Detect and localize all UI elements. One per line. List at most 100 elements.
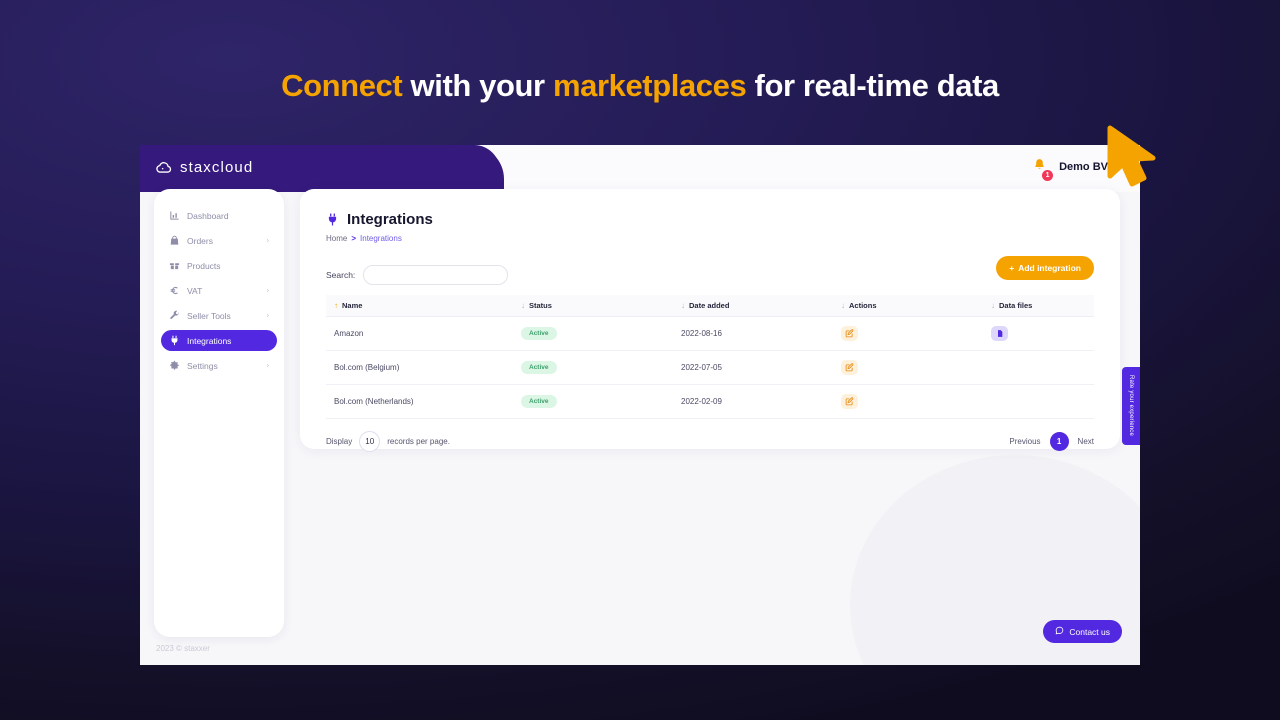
headline-accent-connect: Connect: [281, 68, 403, 103]
sidebar-item-label: Settings: [187, 360, 218, 371]
table-header-row: ↑ Name ↓ Status ↓ Date added ↓ Actions ↓…: [326, 295, 1094, 317]
plus-icon: +: [1009, 263, 1015, 273]
contact-us-label: Contact us: [1069, 626, 1110, 637]
table-row: Bol.com (Belgium) Active 2022-07-05: [326, 350, 1094, 385]
cell-status: Active: [521, 384, 681, 419]
sidebar-item-products[interactable]: Products: [161, 255, 277, 276]
pagination: Display 10 records per page. Previous 1 …: [326, 431, 1094, 452]
chat-bubble-icon: [1055, 626, 1064, 637]
contact-us-button[interactable]: Contact us: [1043, 620, 1122, 643]
sort-desc-icon: ↓: [991, 300, 995, 310]
cell-data-files: [991, 316, 1094, 351]
sidebar-item-label: Seller Tools: [187, 310, 231, 321]
page-controls: Previous 1 Next: [1009, 432, 1094, 451]
wrench-icon: [169, 310, 180, 321]
sidebar-item-label: Integrations: [187, 335, 232, 346]
page-title: Integrations: [347, 211, 433, 228]
display-label: Display: [326, 437, 353, 446]
arrow-cursor: [1100, 122, 1170, 197]
cell-data-files: [991, 384, 1094, 419]
records-per-page-select[interactable]: 10: [359, 431, 381, 452]
sidebar-item-orders[interactable]: Orders ›: [161, 230, 277, 251]
sidebar-item-vat[interactable]: VAT ›: [161, 280, 277, 301]
box-icon: [169, 260, 180, 271]
previous-page-button[interactable]: Previous: [1009, 437, 1040, 446]
column-header-actions[interactable]: ↓ Actions: [841, 295, 991, 317]
plug-icon: [169, 335, 180, 346]
breadcrumb: Home > Integrations: [326, 234, 1094, 243]
sidebar-item-dashboard[interactable]: Dashboard: [161, 205, 277, 226]
sidebar-item-seller-tools[interactable]: Seller Tools ›: [161, 305, 277, 326]
app-logo[interactable]: staxcloud: [156, 159, 253, 176]
sidebar-item-label: Orders: [187, 235, 213, 246]
app-window: staxcloud 1 Demo BV Dashboard Orders › P…: [140, 145, 1140, 665]
search-label: Search:: [326, 270, 356, 280]
cell-date-added: 2022-07-05: [681, 350, 841, 385]
column-label: Status: [529, 301, 552, 310]
add-integration-button[interactable]: + Add integration: [996, 256, 1094, 280]
cell-actions: [841, 384, 991, 419]
document-icon[interactable]: [991, 326, 1008, 341]
table-row: Amazon Active 2022-08-16: [326, 316, 1094, 351]
column-label: Date added: [689, 301, 730, 310]
status-badge: Active: [521, 395, 557, 408]
cell-data-files: [991, 350, 1094, 385]
rate-experience-tab[interactable]: Rate your experience: [1122, 367, 1140, 445]
status-badge: Active: [521, 327, 557, 340]
breadcrumb-home[interactable]: Home: [326, 234, 347, 243]
breadcrumb-current: Integrations: [360, 234, 402, 243]
sidebar-item-label: Products: [187, 260, 221, 271]
column-label: Name: [342, 301, 363, 310]
page-headline: Connect with your marketplaces for real-…: [0, 68, 1280, 104]
bag-icon: [169, 235, 180, 246]
headline-text-2: for real-time data: [746, 68, 1000, 103]
column-header-status[interactable]: ↓ Status: [521, 295, 681, 317]
column-header-date-added[interactable]: ↓ Date added: [681, 295, 841, 317]
notifications-button[interactable]: 1: [1028, 156, 1054, 181]
chevron-right-icon: ›: [266, 312, 269, 319]
edit-icon[interactable]: [841, 360, 858, 375]
cell-actions: [841, 316, 991, 351]
page-number-1[interactable]: 1: [1049, 432, 1069, 451]
headline-text-1: with your: [402, 68, 553, 103]
chart-icon: [169, 210, 180, 221]
cell-name: Bol.com (Belgium): [326, 350, 521, 385]
column-header-name[interactable]: ↑ Name: [326, 295, 521, 317]
sidebar-item-label: VAT: [187, 285, 203, 296]
euro-icon: [169, 285, 180, 296]
chevron-right-icon: ›: [266, 362, 269, 369]
breadcrumb-separator: >: [351, 234, 357, 243]
next-page-button[interactable]: Next: [1078, 437, 1094, 446]
column-label: Data files: [999, 301, 1033, 310]
cell-date-added: 2022-08-16: [681, 316, 841, 351]
rate-experience-label: Rate your experience: [1128, 375, 1134, 437]
sidebar-item-integrations[interactable]: Integrations: [161, 330, 277, 351]
records-suffix-label: records per page.: [387, 437, 450, 446]
cell-status: Active: [521, 316, 681, 351]
sort-desc-icon: ↓: [841, 300, 845, 310]
cell-name: Bol.com (Netherlands): [326, 384, 521, 419]
cell-name: Amazon: [326, 316, 521, 351]
search-input[interactable]: [363, 265, 509, 285]
table-row: Bol.com (Netherlands) Active 2022-02-09: [326, 384, 1094, 419]
main-content-card: Integrations Home > Integrations + Add i…: [300, 189, 1120, 452]
column-header-data-files[interactable]: ↓ Data files: [991, 295, 1094, 317]
column-label: Actions: [849, 301, 877, 310]
sidebar: Dashboard Orders › Products VAT › Seller…: [154, 189, 284, 637]
add-integration-label: Add integration: [1018, 263, 1081, 273]
gear-icon: [169, 360, 180, 371]
edit-icon[interactable]: [841, 394, 858, 409]
edit-icon[interactable]: [841, 326, 858, 341]
sidebar-item-label: Dashboard: [187, 210, 229, 221]
cell-status: Active: [521, 350, 681, 385]
sort-desc-icon: ↓: [681, 300, 685, 310]
chevron-right-icon: ›: [266, 287, 269, 294]
sidebar-item-settings[interactable]: Settings ›: [161, 355, 277, 376]
page-title-row: Integrations: [326, 211, 1094, 228]
search-row: Search:: [326, 265, 1094, 285]
headline-accent-marketplaces: marketplaces: [552, 68, 747, 103]
plug-icon: [326, 212, 339, 227]
records-per-page-control: Display 10 records per page.: [326, 431, 450, 452]
cell-date-added: 2022-02-09: [681, 384, 841, 419]
sort-desc-icon: ↓: [521, 300, 525, 310]
